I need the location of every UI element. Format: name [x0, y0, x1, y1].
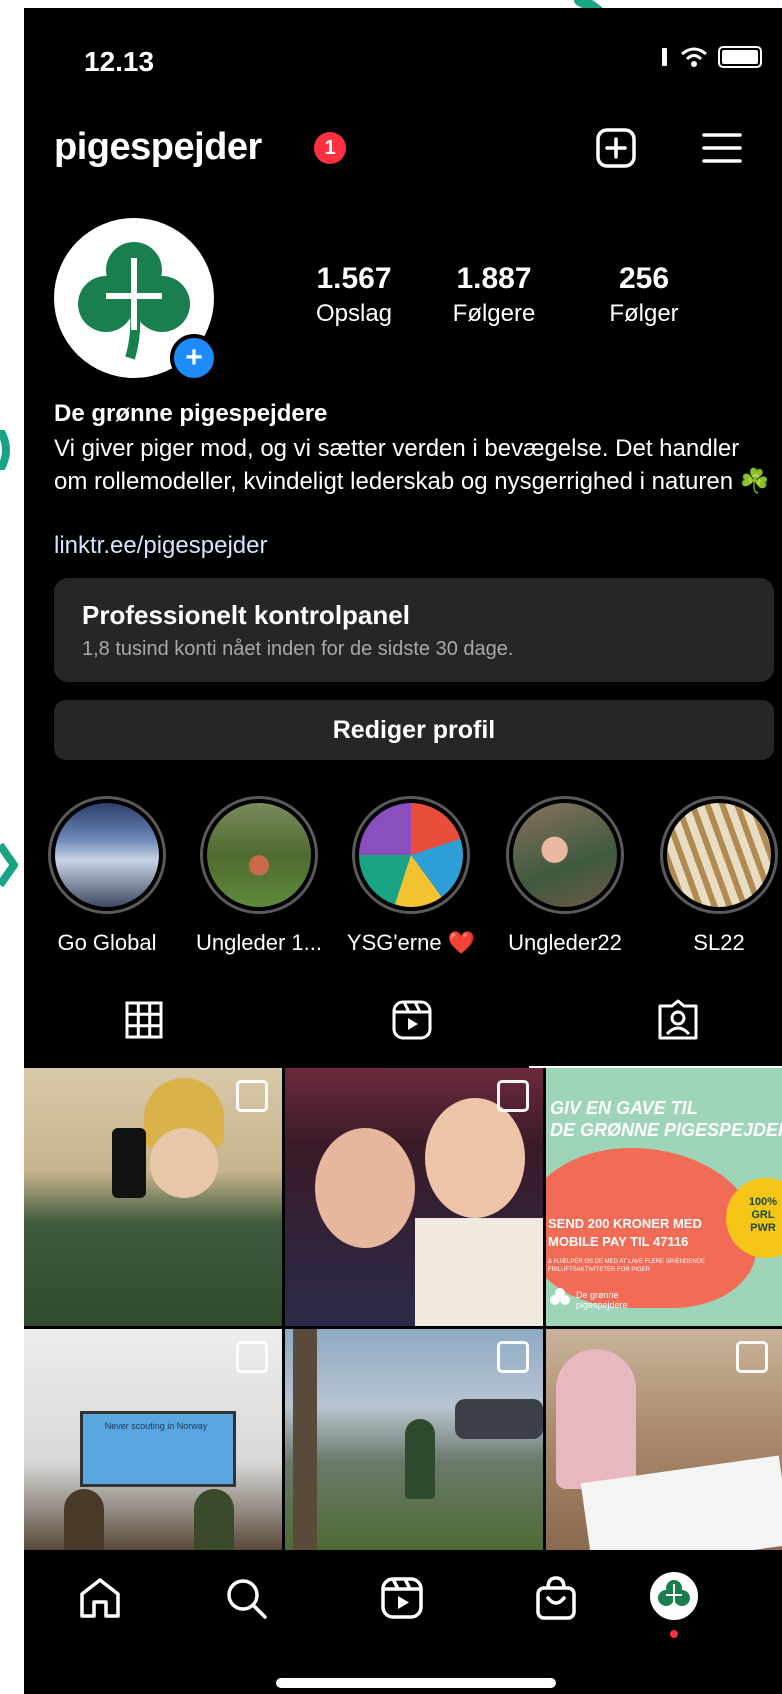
bio-name: De grønne pigespejdere [54, 400, 328, 427]
tab-grid-icon[interactable] [122, 998, 166, 1042]
post-two-girls[interactable] [285, 1068, 543, 1326]
highlight-ungleder22[interactable]: Ungleder22 [490, 796, 640, 956]
outdoor-tree [293, 1329, 317, 1550]
post-workshop[interactable] [546, 1329, 782, 1550]
donation-badge-text: 100% GRL PWR [748, 1196, 778, 1234]
donation-logo-text: De grønne pigespejdere [576, 1290, 628, 1310]
profile-tab-avatar[interactable] [650, 1572, 698, 1620]
highlight-label: Ungleder22 [508, 930, 622, 955]
post-photo-face-right [425, 1098, 525, 1218]
donation-headline-1: GIV EN GAVE TIL [550, 1098, 698, 1118]
home-icon[interactable] [76, 1574, 124, 1622]
highlight-ring [506, 796, 624, 914]
notification-badge: 1 [314, 132, 346, 164]
bottom-navigation [24, 1550, 782, 1694]
highlight-thumbnail [667, 803, 771, 907]
dashboard-title: Professionelt kontrolpanel [82, 600, 410, 630]
donation-line-2: MOBILE PAY TIL 47116 [548, 1234, 689, 1249]
bio-text: Vi giver piger mod, og vi sætter verden … [54, 435, 770, 495]
highlight-ring [200, 796, 318, 914]
search-icon[interactable] [222, 1574, 270, 1622]
add-story-button[interactable]: + [170, 334, 218, 382]
stat-followers[interactable]: 1.887 Følgere [424, 262, 564, 328]
dashboard-subtitle: 1,8 tusind konti nået inden for de sidst… [82, 638, 514, 660]
highlight-ring [352, 796, 470, 914]
workshop-person [556, 1349, 636, 1489]
create-post-icon[interactable] [594, 126, 638, 170]
tab-tagged-icon[interactable] [656, 998, 700, 1042]
shop-icon[interactable] [532, 1574, 580, 1622]
reels-icon[interactable] [378, 1574, 426, 1622]
highlight-thumbnail [359, 803, 463, 907]
phone-screen: 12.13 pigespejder 1 + 1.567 Opslag 1.887… [24, 8, 782, 1694]
menu-icon[interactable] [700, 126, 744, 170]
wifi-icon [681, 47, 707, 67]
multiple-photos-icon [497, 1341, 529, 1373]
stat-posts-value: 1.567 [316, 262, 392, 295]
multiple-photos-icon [497, 1080, 529, 1112]
profile-username[interactable]: pigespejder [54, 126, 262, 169]
battery-icon [718, 46, 762, 68]
stat-following-value: 256 [618, 262, 670, 295]
status-icons [660, 46, 762, 68]
multiple-photos-icon [236, 1080, 268, 1112]
signal-icon [662, 48, 667, 66]
highlight-ring [660, 796, 778, 914]
stat-following-label: Følger [609, 300, 679, 327]
outdoor-child [405, 1419, 435, 1499]
highlight-label: YSG'erne ❤️ [346, 930, 476, 955]
annotation-arrow-left-1 [0, 430, 10, 470]
donation-line-1: SEND 200 KRONER MED [548, 1216, 702, 1231]
multiple-photos-icon [236, 1341, 268, 1373]
highlight-label: Go Global [57, 930, 157, 955]
highlight-label: Ungleder 1... [196, 930, 322, 955]
tab-reels-icon[interactable] [390, 998, 434, 1042]
highlight-go-global[interactable]: Go Global [32, 796, 182, 956]
professional-dashboard[interactable]: Professionelt kontrolpanel 1,8 tusind ko… [54, 578, 774, 682]
post-selfie[interactable] [24, 1068, 282, 1326]
clover-logo-icon [550, 1288, 570, 1305]
edit-profile-button[interactable]: Rediger profil [54, 700, 774, 760]
stat-posts-label: Opslag [315, 300, 393, 327]
post-photo-face-left [315, 1128, 415, 1248]
stat-posts[interactable]: 1.567 Opslag [284, 262, 424, 328]
post-outdoor[interactable] [285, 1329, 543, 1550]
annotation-arrow-left-2 [0, 842, 18, 888]
outdoor-car [455, 1399, 543, 1439]
post-presentation[interactable]: Never scouting in Norway [24, 1329, 282, 1550]
multiple-photos-icon [736, 1341, 768, 1373]
highlight-ysgerne[interactable]: YSG'erne ❤️ [336, 796, 486, 956]
highlight-ring [48, 796, 166, 914]
notification-dot [670, 1630, 678, 1638]
post-photo-face [150, 1128, 218, 1198]
highlight-sl22[interactable]: SL22 [644, 796, 782, 956]
post-photo-shirt [415, 1218, 543, 1326]
stat-followers-label: Følgere [452, 300, 536, 327]
post-donation[interactable]: 100% GRL PWR GIV EN GAVE TIL DE GRØNNE P… [546, 1068, 782, 1326]
highlight-label: SL22 [693, 930, 745, 955]
presentation-screen-text: Never scouting in Norway [104, 1421, 208, 1431]
highlight-ungleder-1[interactable]: Ungleder 1... [184, 796, 334, 956]
presentation-person-2 [194, 1489, 234, 1550]
highlight-thumbnail [207, 803, 311, 907]
highlight-thumbnail [55, 803, 159, 907]
status-time: 12.13 [84, 46, 155, 77]
stat-following[interactable]: 256 Følger [574, 262, 714, 328]
presentation-person-1 [64, 1489, 104, 1550]
home-indicator[interactable] [276, 1678, 556, 1688]
highlight-thumbnail [513, 803, 617, 907]
donation-small-text: & HJÆLPER OS DE MED AT LAVE FLERE SPÆNDE… [548, 1259, 706, 1273]
stat-followers-value: 1.887 [456, 262, 532, 295]
post-photo-phone [112, 1128, 146, 1198]
bio-link[interactable]: linktr.ee/pigespejder [54, 532, 267, 560]
clover-logo-icon [658, 1580, 690, 1606]
donation-headline-2: DE GRØNNE PIGESPEJDERE [550, 1120, 782, 1140]
